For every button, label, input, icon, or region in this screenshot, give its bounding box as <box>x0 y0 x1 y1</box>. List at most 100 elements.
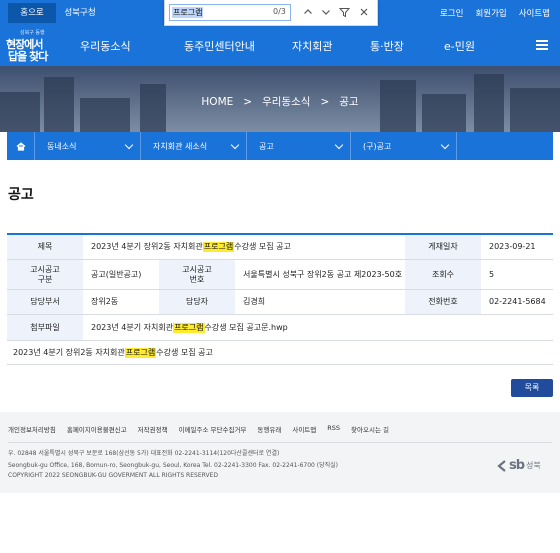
post-content: 2023년 4분기 장위2동 자치회관 프로그램 수강생 모집 공고 <box>7 341 553 365</box>
home-tab[interactable]: 홈으로 <box>8 3 56 23</box>
subnav-dropdown-3-label: 공고 <box>259 142 274 151</box>
breadcrumb: HOME > 우리동소식 > 공고 <box>0 94 560 109</box>
footer-link-report[interactable]: 홈페이지이용불편신고 <box>67 424 127 434</box>
title-text: 2023년 4분기 장위2동 자치회관 <box>91 242 203 251</box>
filter-icon <box>338 7 350 17</box>
find-highlight: 프로그램 <box>202 242 235 252</box>
find-match-count: 0/3 <box>273 7 286 16</box>
home-icon <box>16 141 25 151</box>
attachment-text: 수강생 모집 공고문.hwp <box>204 322 288 332</box>
find-filter-button[interactable] <box>337 5 351 19</box>
hero-banner: HOME > 우리동소식 > 공고 <box>0 66 560 132</box>
find-in-page-bar: 프로그램 0/3 <box>164 0 378 26</box>
sub-navigation: 동네소식 자치회관 새소식 공고 (구)공고 <box>7 132 553 160</box>
list-button[interactable]: 목록 <box>511 379 553 397</box>
breadcrumb-separator: > <box>243 96 253 108</box>
phone-value: 02-2241-5684 <box>489 297 546 306</box>
manager-value: 김경희 <box>243 297 266 306</box>
attachment-label: 첨부파일 <box>7 315 83 340</box>
chevron-down-icon <box>440 140 450 150</box>
views-label: 조회수 <box>405 260 481 289</box>
attachment-link[interactable]: 2023년 4분기 자치회관 프로그램 수강생 모집 공고문.hwp <box>83 315 553 340</box>
subnav-dropdown-3[interactable]: 공고 <box>247 132 351 160</box>
subnav-dropdown-2[interactable]: 자치회관 새소식 <box>141 132 247 160</box>
title-value: 2023년 4분기 장위2동 자치회관 프로그램 수강생 모집 공고 <box>83 235 405 259</box>
number-value: 서울특별시 성북구 장위2동 공고 제2023-50호 <box>243 269 403 279</box>
footer-link-privacy[interactable]: 개인정보처리방침 <box>8 424 56 434</box>
footer-copyright: COPYRIGHT 2022 SEONGBUK-GU GOVERMENT ALL… <box>8 472 218 479</box>
subnav-home-button[interactable] <box>7 132 35 160</box>
site-logo[interactable]: 성북구 동행 현장에서 답을 찾다 <box>6 28 50 66</box>
page-title: 공고 <box>8 187 34 203</box>
nav-item-dong-news[interactable]: 우리동소식 <box>80 38 184 54</box>
footer-link-directions[interactable]: 찾아오시는 길 <box>351 424 389 434</box>
chevron-up-icon <box>304 9 312 14</box>
login-link[interactable]: 로그인 <box>440 7 463 19</box>
post-detail-table: 제목 2023년 4분기 장위2동 자치회관 프로그램 수강생 모집 공고 게재… <box>7 233 553 365</box>
utility-links: 로그인 회원가입 사이트맵 <box>440 0 550 26</box>
category-value: 공고(일반공고) <box>91 269 142 279</box>
find-query-text: 프로그램 <box>172 7 204 18</box>
main-nav: 우리동소식 동주민센터안내 자치회관 통·반장 e-민원 <box>80 26 475 66</box>
nav-item-e-civil[interactable]: e-민원 <box>444 38 475 54</box>
sitemap-link[interactable]: 사이트맵 <box>519 7 550 19</box>
content-text-part: 2023년 4분기 장위2동 자치회관 <box>13 347 125 357</box>
dept-value: 장위2동 <box>91 297 119 306</box>
table-row: 제목 2023년 4분기 장위2동 자치회관 프로그램 수강생 모집 공고 게재… <box>7 235 553 260</box>
table-row: 담당부서 장위2동 담당자 김경희 전화번호 02-2241-5684 <box>7 290 553 315</box>
chevron-left-icon <box>497 459 506 472</box>
dept-label: 담당부서 <box>7 290 83 314</box>
table-row: 첨부파일 2023년 4분기 자치회관 프로그램 수강생 모집 공고문.hwp <box>7 315 553 341</box>
subnav-dropdown-4-label: (구)공고 <box>363 142 392 151</box>
subnav-dropdown-1[interactable]: 동네소식 <box>35 132 141 160</box>
number-label: 고시공고 번호 <box>159 260 235 289</box>
find-next-button[interactable] <box>319 5 333 19</box>
subnav-dropdown-1-label: 동네소식 <box>47 142 77 151</box>
seongbuk-office-tab[interactable]: 성북구청 <box>56 3 104 23</box>
views-value: 5 <box>489 269 495 279</box>
breadcrumb-dong-news[interactable]: 우리동소식 <box>262 96 310 108</box>
phone-label: 전화번호 <box>405 290 481 314</box>
chevron-down-icon <box>322 10 330 15</box>
find-close-button[interactable] <box>357 5 371 19</box>
footer-link-origin[interactable]: 동행유래 <box>257 424 281 434</box>
date-value: 2023-09-21 <box>489 242 536 251</box>
title-text: 수강생 모집 공고 <box>234 242 291 251</box>
footer-logo-mark: sb <box>509 458 525 473</box>
chevron-down-icon <box>334 140 344 150</box>
nav-item-center-info[interactable]: 동주민센터안내 <box>184 38 292 54</box>
subnav-dropdown-4[interactable]: (구)공고 <box>351 132 457 160</box>
footer-link-sitemap[interactable]: 사이트맵 <box>292 424 316 434</box>
nav-item-autonomy-hall[interactable]: 자치회관 <box>292 38 370 54</box>
subnav-dropdown-2-label: 자치회관 새소식 <box>153 142 208 151</box>
footer-link-email[interactable]: 이메일주소 무단수집거부 <box>179 424 247 434</box>
breadcrumb-separator: > <box>320 96 330 108</box>
content-text: 2023년 4분기 장위2동 자치회관 프로그램 수강생 모집 공고 <box>7 341 553 364</box>
breadcrumb-home[interactable]: HOME <box>201 96 233 108</box>
footer-divider <box>8 442 552 443</box>
top-tabs: 홈으로 성북구청 <box>8 3 104 23</box>
footer-link-copyright[interactable]: 저작권정책 <box>138 424 168 434</box>
nav-item-tong-ban[interactable]: 통·반장 <box>370 38 444 54</box>
find-previous-button[interactable] <box>301 5 315 19</box>
footer-address-en: Seongbuk-gu Office, 168, Bomun-ro, Seong… <box>8 462 339 469</box>
category-label: 고시공고 구분 <box>7 260 83 289</box>
breadcrumb-notice: 공고 <box>339 96 359 108</box>
hamburger-menu-icon[interactable] <box>536 40 548 50</box>
footer-link-rss[interactable]: RSS <box>327 424 340 434</box>
chevron-down-icon <box>230 140 240 150</box>
logo-line-2: 답을 찾다 <box>8 50 48 63</box>
logo-small-text: 성북구 동행 <box>20 30 45 36</box>
footer-logo: sb 성북 <box>497 458 541 473</box>
footer: 개인정보처리방침 홈페이지이용불편신고 저작권정책 이메일주소 무단수집거부 동… <box>0 412 560 493</box>
footer-links: 개인정보처리방침 홈페이지이용불편신고 저작권정책 이메일주소 무단수집거부 동… <box>8 424 389 434</box>
footer-address-ko: 우. 02848 서울특별시 성북구 보문로 168(삼선동 5가) 대표전화 … <box>8 450 280 457</box>
signup-link[interactable]: 회원가입 <box>475 7 506 19</box>
attachment-text: 2023년 4분기 자치회관 <box>91 322 174 332</box>
table-row: 고시공고 구분 공고(일반공고) 고시공고 번호 서울특별시 성북구 장위2동 … <box>7 260 553 290</box>
date-label: 게재일자 <box>405 235 481 259</box>
find-highlight: 프로그램 <box>124 347 157 358</box>
footer-logo-name: 성북 <box>526 461 541 470</box>
close-icon <box>360 8 368 16</box>
content-text-part: 수강생 모집 공고 <box>156 347 213 357</box>
